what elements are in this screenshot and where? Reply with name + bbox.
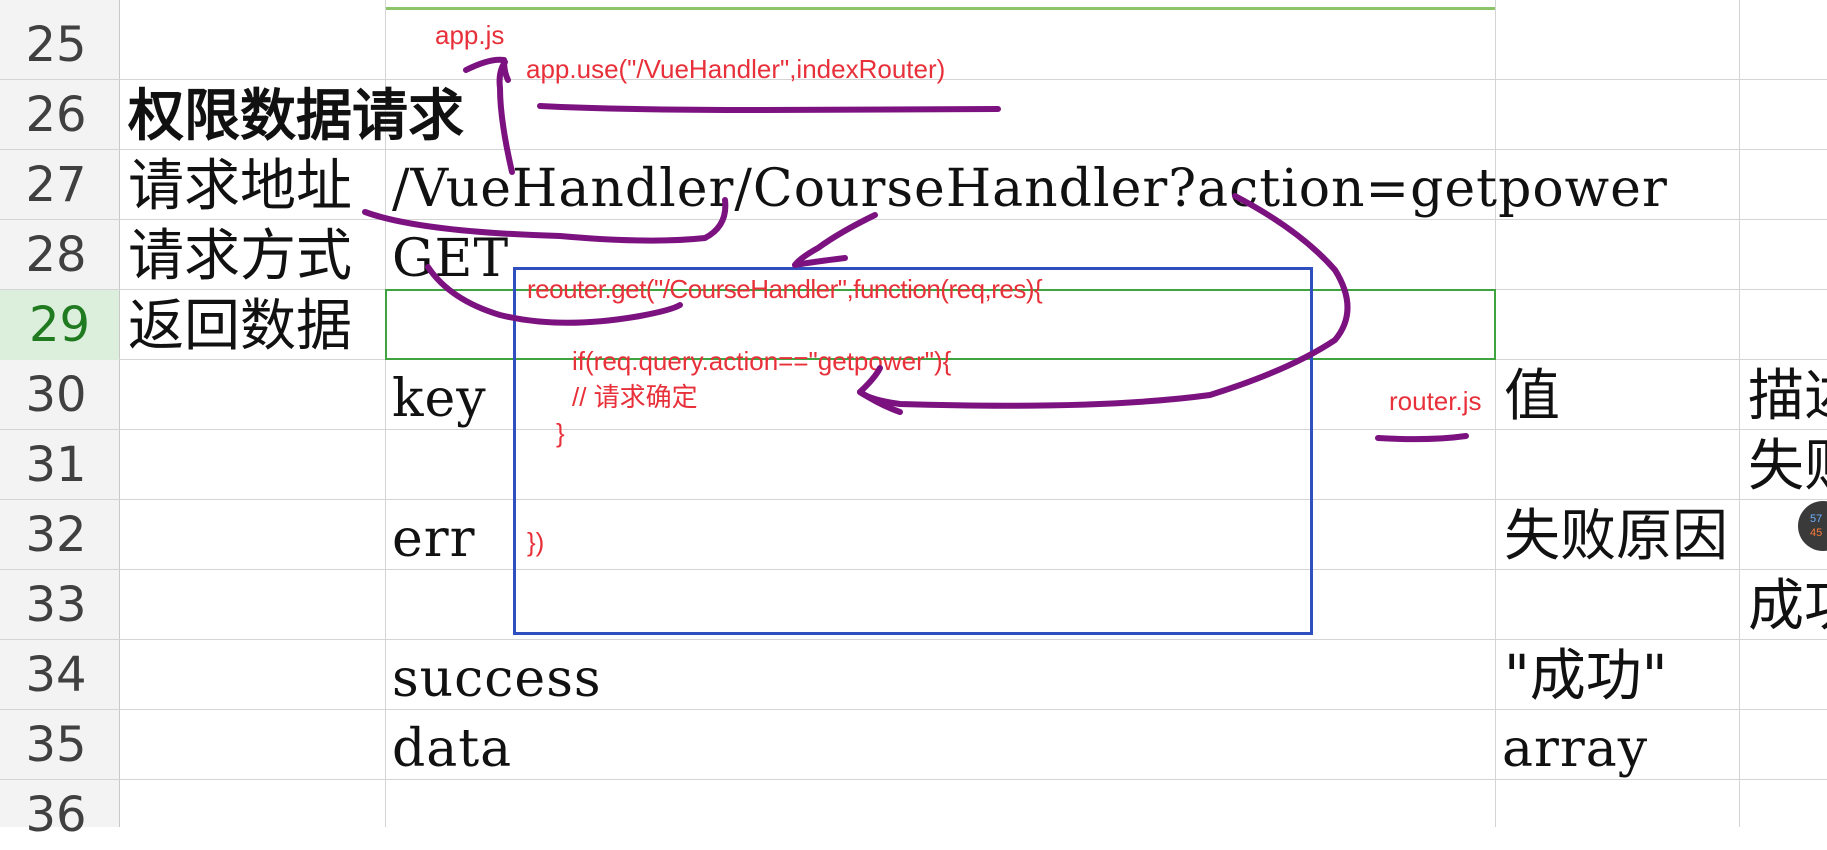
ink-underline-app-use bbox=[537, 103, 1001, 113]
upload-speed: 57 bbox=[1810, 513, 1823, 525]
ink-big-curve bbox=[857, 193, 1351, 409]
ink-arrowhead-if-a bbox=[857, 365, 883, 395]
ink-strokes bbox=[362, 56, 1469, 443]
ink-curve-url bbox=[362, 197, 729, 244]
ink-get-curve bbox=[425, 264, 683, 326]
ink-underline-router-js bbox=[1375, 433, 1469, 443]
download-speed: 45 bbox=[1810, 527, 1823, 539]
